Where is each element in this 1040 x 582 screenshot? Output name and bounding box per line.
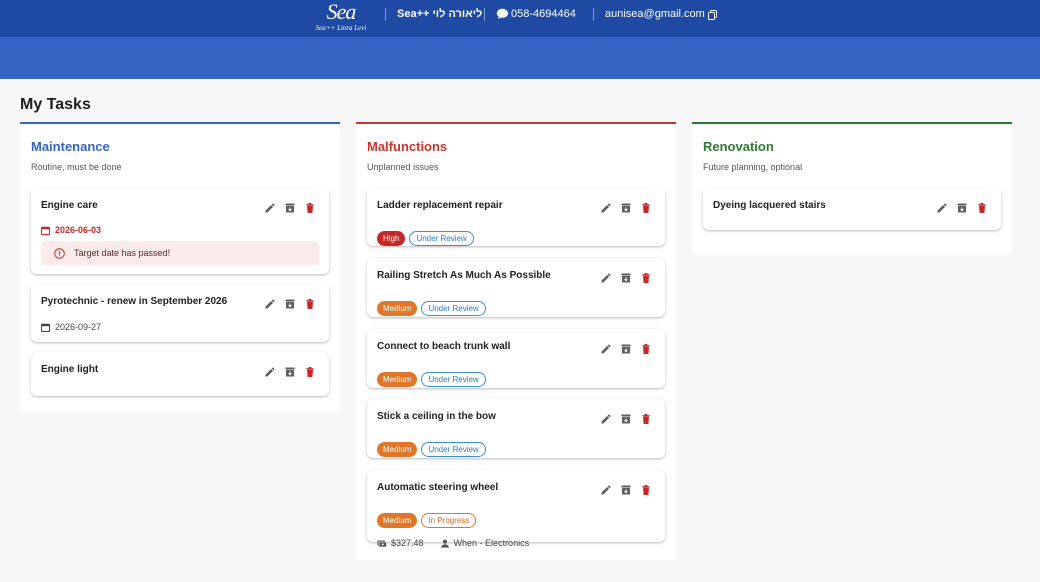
task-title: Engine light bbox=[41, 364, 99, 375]
trash-icon[interactable] bbox=[640, 272, 652, 284]
column-subtitle: Unplanned issues bbox=[367, 162, 439, 172]
archive-icon[interactable] bbox=[956, 202, 968, 214]
priority-chip: Medium bbox=[377, 372, 418, 387]
status-chip: Under Review bbox=[421, 301, 486, 316]
task-meta: $327.48 When - Electronics bbox=[377, 538, 529, 548]
trash-icon[interactable] bbox=[304, 366, 316, 378]
date-value: 2026-09-27 bbox=[55, 322, 102, 332]
person-icon bbox=[440, 539, 449, 548]
task-title: Engine care bbox=[41, 200, 98, 211]
task-card[interactable]: Automatic steering wheel Medium In Progr… bbox=[367, 470, 665, 548]
alert-text: Target date has passed! bbox=[74, 248, 171, 258]
calendar-icon bbox=[41, 323, 50, 332]
task-title: Railing Stretch As Much As Possible bbox=[377, 270, 551, 281]
status-chip: Under Review bbox=[409, 231, 474, 246]
priority-chip: Medium bbox=[377, 301, 418, 316]
chat-bubble-icon bbox=[496, 8, 509, 19]
priority-chip: Medium bbox=[377, 513, 418, 528]
copy-icon[interactable] bbox=[708, 10, 717, 20]
task-card[interactable]: Ladder replacement repair High Under Rev… bbox=[367, 188, 665, 246]
error-outline-icon bbox=[54, 247, 65, 259]
column-title: Malfunctions bbox=[367, 139, 448, 154]
trash-icon[interactable] bbox=[640, 202, 652, 214]
money-icon bbox=[377, 540, 387, 547]
date-value: 2026-06-03 bbox=[55, 225, 102, 235]
column-subtitle: Future planning, optional bbox=[703, 162, 803, 172]
task-card[interactable]: Connect to beach trunk wall Medium Under… bbox=[367, 329, 665, 388]
logo-mark: Sea bbox=[326, 0, 357, 24]
header-divider bbox=[484, 8, 485, 21]
task-card[interactable]: Pyrotechnic - renew in September 2026 20… bbox=[31, 284, 329, 342]
archive-icon[interactable] bbox=[620, 343, 632, 355]
pencil-icon[interactable] bbox=[600, 202, 612, 214]
pencil-icon[interactable] bbox=[600, 272, 612, 284]
trash-icon[interactable] bbox=[976, 202, 988, 214]
priority-chip: High bbox=[377, 231, 406, 246]
target-date: 2026-09-27 bbox=[41, 322, 101, 332]
pencil-icon[interactable] bbox=[936, 202, 948, 214]
trash-icon[interactable] bbox=[304, 202, 316, 214]
trash-icon[interactable] bbox=[640, 413, 652, 425]
task-card[interactable]: Stick a ceiling in the bow Medium Under … bbox=[367, 399, 665, 458]
email-address[interactable]: aunisea@gmail.com bbox=[605, 7, 705, 22]
brand-name: ליאורה לוי ++Sea bbox=[397, 8, 483, 20]
status-chip: In Progress bbox=[421, 513, 477, 528]
trash-icon[interactable] bbox=[640, 484, 652, 496]
task-title: Automatic steering wheel bbox=[377, 482, 499, 493]
archive-icon[interactable] bbox=[620, 484, 632, 496]
task-card[interactable]: Dyeing lacquered stairs bbox=[703, 188, 1001, 230]
page-title: My Tasks bbox=[20, 96, 91, 113]
archive-icon[interactable] bbox=[620, 202, 632, 214]
column-renovation: Renovation Future planning, optional Dye… bbox=[692, 122, 1012, 255]
archive-icon[interactable] bbox=[620, 272, 632, 284]
task-title: Pyrotechnic - renew in September 2026 bbox=[41, 296, 228, 307]
task-assignee: When - Electronics bbox=[453, 538, 530, 548]
column-malfunctions: Malfunctions Unplanned issues Ladder rep… bbox=[356, 122, 676, 560]
logo-subtitle: Sea++ Liora Levi bbox=[315, 24, 367, 32]
phone-number[interactable]: 058-4694464 bbox=[511, 7, 576, 22]
target-date: 2026-06-03 bbox=[41, 225, 101, 235]
pencil-icon[interactable] bbox=[264, 202, 276, 214]
status-chip: Under Review bbox=[421, 442, 486, 457]
task-cost: $327.48 bbox=[391, 538, 424, 548]
pencil-icon[interactable] bbox=[600, 484, 612, 496]
priority-chip: Medium bbox=[377, 442, 418, 457]
header-divider bbox=[385, 8, 386, 21]
pencil-icon[interactable] bbox=[600, 343, 612, 355]
task-title: Stick a ceiling in the bow bbox=[377, 411, 496, 422]
archive-icon[interactable] bbox=[284, 202, 296, 214]
column-subtitle: Routine, must be done bbox=[31, 162, 122, 172]
task-card[interactable]: Engine light bbox=[31, 352, 329, 396]
pencil-icon[interactable] bbox=[600, 413, 612, 425]
secondary-bar bbox=[0, 37, 1040, 79]
column-maintenance: Maintenance Routine, must be done Engine… bbox=[20, 122, 340, 413]
pencil-icon[interactable] bbox=[264, 366, 276, 378]
archive-icon[interactable] bbox=[284, 298, 296, 310]
sea-logo[interactable]: Sea Sea++ Liora Levi bbox=[312, 0, 370, 34]
column-title: Renovation bbox=[703, 139, 774, 154]
column-title: Maintenance bbox=[31, 139, 110, 154]
trash-icon[interactable] bbox=[304, 298, 316, 310]
archive-icon[interactable] bbox=[284, 366, 296, 378]
archive-icon[interactable] bbox=[620, 413, 632, 425]
status-chip: Under Review bbox=[421, 372, 486, 387]
task-card[interactable]: Engine care 2026-06-03 Target date has p… bbox=[31, 188, 329, 274]
task-title: Ladder replacement repair bbox=[377, 200, 503, 211]
task-title: Connect to beach trunk wall bbox=[377, 341, 511, 352]
trash-icon[interactable] bbox=[640, 343, 652, 355]
overdue-alert: Target date has passed! bbox=[41, 241, 319, 265]
pencil-icon[interactable] bbox=[264, 298, 276, 310]
task-card[interactable]: Railing Stretch As Much As Possible Medi… bbox=[367, 258, 665, 317]
calendar-icon bbox=[41, 226, 50, 235]
header-divider bbox=[593, 8, 594, 21]
task-title: Dyeing lacquered stairs bbox=[713, 200, 826, 211]
